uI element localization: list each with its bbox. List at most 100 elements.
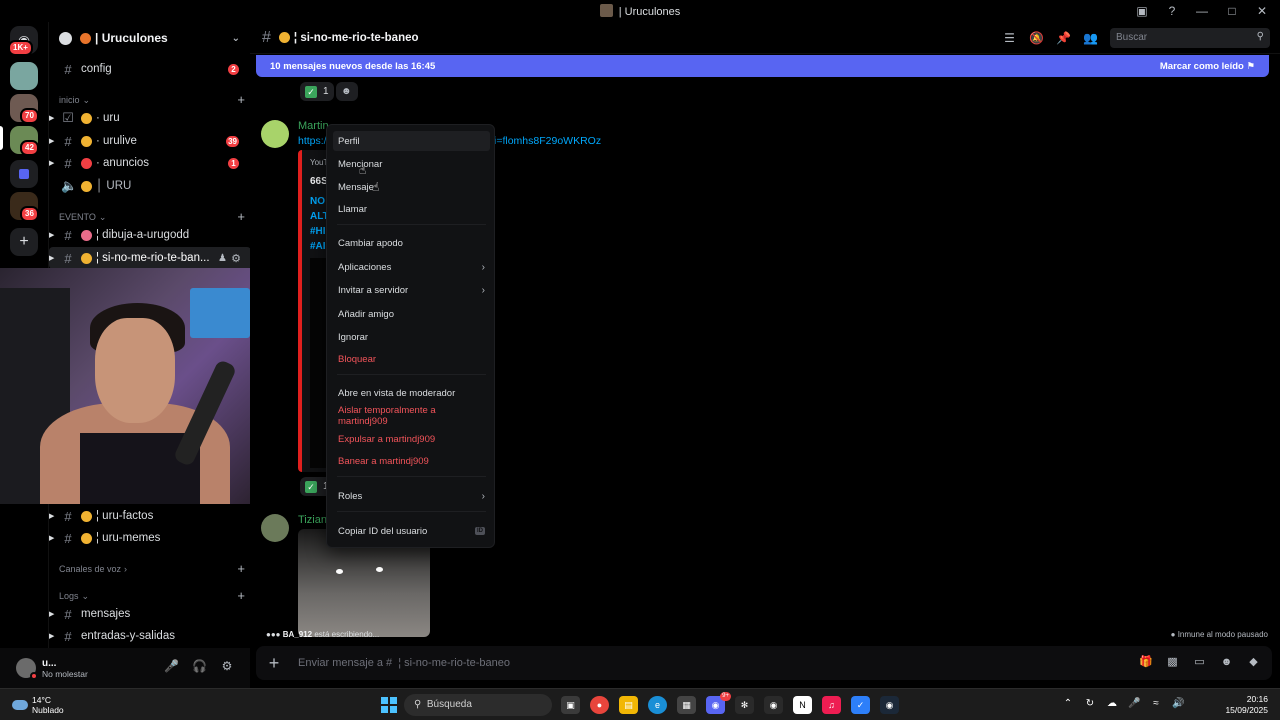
channel-dibuja-a-urugodd[interactable]: ▶ # ¦ dibuja-a-urugodd xyxy=(49,224,251,246)
message-link[interactable]: https:// xyxy=(298,135,330,147)
emoji-picker-icon[interactable]: ☻ xyxy=(1220,656,1233,669)
chevron-up-icon[interactable]: ⌃ xyxy=(1062,698,1074,710)
menu-item-cambiar-apodo[interactable]: Cambiar apodo xyxy=(333,233,490,253)
message-author[interactable]: Tizian xyxy=(298,514,327,526)
server-icon[interactable]: 36 xyxy=(10,192,39,222)
maximize-icon[interactable]: □ xyxy=(1224,3,1240,19)
channel-si-no-me-rio-te-baneo[interactable]: ▶ # ¦ si-no-me-rio-te-ban... ♟ ⚙ xyxy=(49,247,251,269)
menu-item-bloquear[interactable]: Bloquear xyxy=(333,349,490,369)
volume-icon[interactable]: 🔊 xyxy=(1172,698,1184,710)
chatgpt-icon[interactable]: ✻ xyxy=(735,696,754,714)
invite-icon[interactable]: ♟ xyxy=(218,253,227,264)
channel-anuncios[interactable]: ▶ # · anuncios 1 xyxy=(49,152,251,174)
menu-item-anadir-amigo[interactable]: Añadir amigo xyxy=(333,304,490,324)
menu-item-expulsar[interactable]: Expulsar a martindj909 xyxy=(333,429,490,449)
menu-item-perfil[interactable]: Perfil xyxy=(333,131,490,151)
game-controller-icon[interactable]: ◆ xyxy=(1247,656,1260,669)
menu-item-invitar[interactable]: Invitar a servidor › xyxy=(333,280,490,300)
menu-item-vista-moderador[interactable]: Abre en vista de moderador xyxy=(333,383,490,403)
menu-item-aplicaciones[interactable]: Aplicaciones › xyxy=(333,257,490,277)
window-title: | Uruculones xyxy=(0,4,1280,18)
cloud-tray-icon[interactable]: ☁ xyxy=(1106,698,1118,710)
message-input[interactable]: Enviar mensaje a # ¦ si-no-me-rio-te-ban… xyxy=(298,657,510,669)
menu-item-aislar[interactable]: Aislar temporalmente a martindj909 xyxy=(333,405,490,427)
tiktok-icon[interactable]: ♫ xyxy=(822,696,841,714)
server-icon[interactable] xyxy=(10,62,38,90)
avatar[interactable] xyxy=(261,120,289,148)
minimize-icon[interactable]: — xyxy=(1194,3,1210,19)
inbox-icon[interactable]: ▣ xyxy=(1134,3,1150,19)
menu-item-mensaje[interactable]: Mensaje xyxy=(333,177,490,197)
message-link-tail[interactable]: i=flomhs8F29oWKROz xyxy=(494,135,601,147)
channel-uru-memes[interactable]: ▶ # ¦ uru-memes xyxy=(49,527,251,549)
avatar[interactable] xyxy=(261,514,289,542)
message-author[interactable]: Martin xyxy=(298,120,329,132)
channel-uru[interactable]: ▶ ☑ · uru xyxy=(49,107,251,129)
steam-icon[interactable]: ◉ xyxy=(880,696,899,714)
wifi-icon[interactable]: ≈ xyxy=(1150,698,1162,710)
menu-item-banear[interactable]: Banear a martindj909 xyxy=(333,451,490,471)
menu-item-ignorar[interactable]: Ignorar xyxy=(333,327,490,347)
channel-uru-factos[interactable]: ▶ # ¦ uru-factos xyxy=(49,505,251,527)
add-channel-icon[interactable]: + xyxy=(237,210,245,223)
category-canales-de-voz[interactable]: Canales de voz › + xyxy=(59,562,245,575)
new-messages-bar[interactable]: 10 mensajes nuevos desde las 16:45 Marca… xyxy=(256,55,1269,77)
search-input[interactable]: Buscar ⚲ xyxy=(1110,28,1270,48)
menu-item-copiar-id[interactable]: Copiar ID del usuario ID xyxy=(333,521,490,541)
help-icon[interactable]: ? xyxy=(1164,3,1180,19)
attach-plus-icon[interactable]: + xyxy=(256,653,292,674)
github-icon[interactable]: ◉ xyxy=(764,696,783,714)
chrome-icon[interactable]: ● xyxy=(590,696,609,714)
microphone-icon[interactable]: 🎤 xyxy=(1128,698,1140,710)
add-server-icon[interactable]: + xyxy=(10,228,38,256)
edge-icon[interactable]: e xyxy=(648,696,667,714)
reaction-checkmark[interactable]: ✓1 xyxy=(300,82,334,101)
add-channel-icon[interactable]: + xyxy=(237,562,245,575)
windows-start-icon[interactable] xyxy=(381,697,397,713)
gif-icon[interactable]: ▩ xyxy=(1166,656,1179,669)
microphone-icon[interactable]: 🎤 xyxy=(164,659,179,673)
server-icon-active[interactable]: 42 xyxy=(10,126,39,156)
gift-icon[interactable]: 🎁 xyxy=(1139,656,1153,669)
guild-header[interactable]: | Uruculones ⌄ xyxy=(49,22,250,54)
server-icon[interactable]: 70 xyxy=(10,94,39,124)
channel-config[interactable]: # config 2 xyxy=(49,58,251,80)
close-icon[interactable]: ✕ xyxy=(1254,3,1270,19)
username: u... xyxy=(42,657,57,669)
store-icon[interactable]: ▦ xyxy=(677,696,696,714)
mark-as-read-button[interactable]: Marcar como leído ⚑ xyxy=(1160,61,1255,72)
discord-taskbar-icon[interactable]: ◉ 9+ xyxy=(706,692,731,714)
gear-icon[interactable]: ⚙ xyxy=(220,659,234,673)
menu-item-mencionar[interactable]: Mencionar xyxy=(333,154,490,174)
home-button[interactable]: ◉ 1K+ xyxy=(8,26,38,56)
bell-off-icon[interactable]: 🔕 xyxy=(1029,31,1044,46)
task-view-icon[interactable]: ▣ xyxy=(561,696,580,714)
file-explorer-icon[interactable]: ▤ xyxy=(619,696,638,714)
menu-item-llamar[interactable]: Llamar xyxy=(333,199,490,219)
sync-icon[interactable]: ↻ xyxy=(1084,698,1096,710)
category-evento[interactable]: EVENTO ⌄ + xyxy=(59,210,245,223)
headphones-icon[interactable]: 🎧 xyxy=(192,659,207,673)
members-icon[interactable]: 👥 xyxy=(1083,31,1098,46)
gear-icon[interactable]: ⚙ xyxy=(231,252,241,265)
add-reaction-button[interactable]: ☻ xyxy=(336,82,358,101)
notion-icon[interactable]: N xyxy=(793,696,812,714)
sticker-icon[interactable]: ▭ xyxy=(1193,656,1206,669)
add-channel-icon[interactable]: + xyxy=(237,589,245,602)
channel-entradas-y-salidas[interactable]: ▶ # entradas-y-salidas xyxy=(49,625,251,647)
pin-icon[interactable]: 📌 xyxy=(1056,31,1071,46)
threads-icon[interactable]: ☰ xyxy=(1002,31,1017,46)
add-channel-icon[interactable]: + xyxy=(237,93,245,106)
category-inicio[interactable]: inicio ⌄ + xyxy=(59,93,245,106)
menu-item-roles[interactable]: Roles › xyxy=(333,486,490,506)
channel-mensajes[interactable]: ▶ # mensajes xyxy=(49,603,251,625)
channel-voice-uru[interactable]: 🔈 │ URU xyxy=(49,175,251,197)
category-logs[interactable]: Logs ⌄ + xyxy=(59,589,245,602)
taskbar-search[interactable]: ⚲ Búsqueda xyxy=(404,694,552,716)
weather-widget[interactable]: 14°C Nublado xyxy=(12,695,64,715)
avatar[interactable] xyxy=(16,658,38,680)
todo-icon[interactable]: ✓ xyxy=(851,696,870,714)
folder-icon[interactable] xyxy=(10,160,38,188)
channel-urulive[interactable]: ▶ # · urulive 39 xyxy=(49,130,251,152)
system-clock[interactable]: 20:16 15/09/2025 xyxy=(1225,694,1268,716)
